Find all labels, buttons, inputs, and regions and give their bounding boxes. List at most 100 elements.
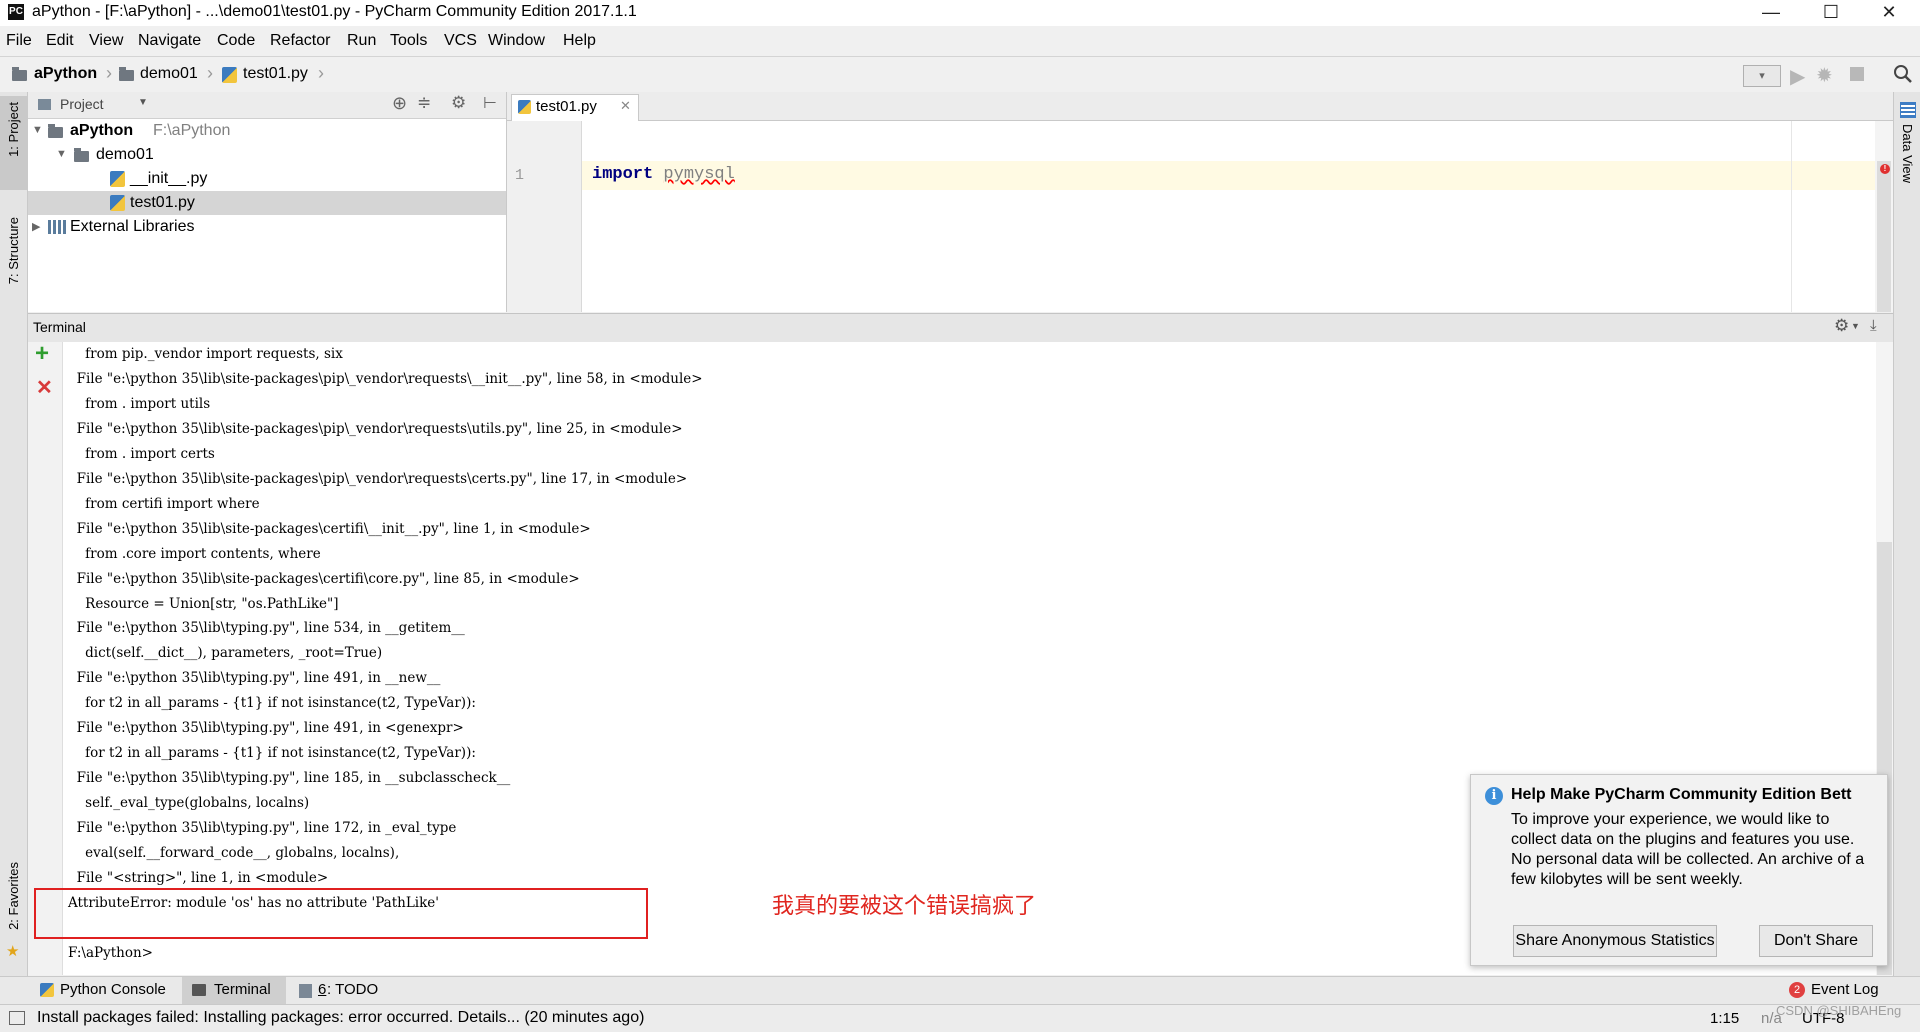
code-line[interactable]: import pymysql (592, 165, 735, 184)
tab-todo[interactable]: : TODO (327, 981, 378, 998)
maximize-button[interactable]: ☐ (1808, 0, 1854, 26)
terminal-line: from certifi import where (68, 496, 260, 512)
tree-item-demo01[interactable]: ▼ demo01 (28, 143, 506, 167)
tab-test01-py[interactable]: test01.py ✕ (511, 94, 639, 121)
settings-gear-icon[interactable]: ⚙ (451, 93, 466, 113)
share-statistics-button[interactable]: Share Anonymous Statistics (1513, 925, 1717, 957)
line-number: 1 (515, 167, 525, 184)
terminal-line: for t2 in all_params - {t1} if not isins… (68, 695, 476, 711)
terminal-line: File "e:\python 35\lib\site-packages\pip… (68, 471, 688, 487)
menu-help[interactable]: Help (563, 32, 596, 50)
close-tab-icon[interactable]: ✕ (620, 98, 631, 114)
todo-icon (299, 984, 312, 998)
breadcrumb-project[interactable]: aPython (34, 65, 97, 83)
menu-code[interactable]: Code (217, 32, 255, 50)
debug-icon[interactable]: ✹ (1816, 63, 1833, 88)
tree-item-label: demo01 (96, 146, 154, 163)
error-indicator-icon[interactable]: ! (1880, 164, 1890, 174)
terminal-header: Terminal ⚙ ▼ ⤓ (28, 313, 1893, 343)
code-unresolved-module[interactable]: pymysql (663, 165, 734, 184)
tree-item-init-py[interactable]: __init__.py (28, 167, 506, 191)
tab-terminal[interactable]: Terminal (182, 977, 286, 1005)
chevron-down-icon[interactable]: ▼ (138, 97, 148, 108)
tab-terminal-label: Terminal (214, 981, 271, 998)
right-margin-guide (1791, 121, 1792, 312)
breadcrumb-separator-icon: › (106, 63, 112, 83)
tab-event-log[interactable]: Event Log (1811, 981, 1879, 998)
watermark: CSDN @SHIBAHEng (1776, 1003, 1902, 1018)
menu-navigate[interactable]: Navigate (138, 32, 201, 50)
pycharm-logo-icon: PC (8, 4, 24, 20)
code-editor[interactable]: 1 import pymysql ! (507, 121, 1893, 312)
editor-scrollbar-thumb[interactable] (1877, 161, 1891, 312)
tool-windows-icon[interactable] (9, 1011, 25, 1025)
terminal-line: from pip._vendor import requests, six (68, 346, 343, 362)
title-bar: PC aPython - [F:\aPython] - ...\demo01\t… (0, 0, 1920, 26)
run-icon[interactable]: ▶ (1790, 64, 1805, 89)
minimize-button[interactable]: — (1748, 0, 1794, 26)
menu-bar: File Edit View Navigate Code Refactor Ru… (0, 26, 1920, 56)
hide-panel-icon[interactable]: ⊢ (483, 93, 497, 113)
breadcrumb-separator-icon: › (207, 63, 213, 83)
collapse-all-icon[interactable]: ≑ (417, 93, 431, 113)
dont-share-button[interactable]: Don't Share (1759, 925, 1873, 957)
project-view-selector[interactable]: Project (60, 96, 104, 112)
folder-icon (119, 67, 134, 81)
tool-tab-project[interactable]: 1: Project (6, 102, 21, 157)
tool-tab-structure[interactable]: 7: Structure (6, 217, 21, 284)
bottom-tool-tabs: Python Console Terminal 6 : TODO 2 Event… (0, 976, 1920, 1005)
python-file-icon (110, 171, 125, 187)
terminal-line: File "e:\python 35\lib\typing.py", line … (68, 720, 464, 736)
tree-item-path: F:\aPython (153, 122, 231, 139)
settings-gear-icon[interactable]: ⚙ (1834, 316, 1849, 336)
tab-python-console[interactable]: Python Console (60, 981, 166, 998)
expand-arrow-icon[interactable]: ▶ (32, 220, 40, 233)
terminal-line: File "e:\python 35\lib\typing.py", line … (68, 670, 441, 686)
annotation-text: 我真的要被这个错误搞疯了 (772, 893, 1037, 918)
new-session-plus-icon[interactable]: + (35, 340, 49, 368)
chevron-down-icon[interactable]: ▼ (1851, 321, 1860, 331)
menu-tools[interactable]: Tools (390, 32, 427, 50)
run-configuration-dropdown[interactable]: ▾ (1743, 65, 1781, 87)
terminal-line: File "e:\python 35\lib\site-packages\pip… (68, 371, 703, 387)
menu-vcs[interactable]: VCS (444, 32, 477, 50)
tree-item-test01-py[interactable]: test01.py (28, 191, 506, 215)
right-tool-strip: Data View (1893, 92, 1920, 976)
project-panel-header: Project ▼ ⊕ ≑ ⚙ ⊢ (28, 92, 506, 119)
terminal-line: File "e:\python 35\lib\site-packages\cer… (68, 571, 580, 587)
expand-arrow-icon[interactable]: ▼ (32, 124, 43, 136)
tool-tab-data-view[interactable]: Data View (1900, 124, 1915, 183)
tree-item-label: test01.py (130, 194, 195, 211)
terminal-line: File "e:\python 35\lib\typing.py", line … (68, 770, 511, 786)
status-message[interactable]: Install packages failed: Installing pack… (37, 1009, 644, 1027)
menu-edit[interactable]: Edit (46, 32, 74, 50)
menu-run[interactable]: Run (347, 32, 376, 50)
close-session-icon[interactable]: ✕ (36, 375, 53, 400)
locate-file-icon[interactable]: ⊕ (392, 93, 407, 114)
tree-item-external-libraries[interactable]: ▶ External Libraries (28, 215, 506, 239)
terminal-line: File "e:\python 35\lib\typing.py", line … (68, 620, 465, 636)
breadcrumb-folder[interactable]: demo01 (140, 65, 198, 83)
close-button[interactable]: ✕ (1866, 0, 1912, 26)
project-view-icon (38, 99, 51, 110)
menu-refactor[interactable]: Refactor (270, 32, 330, 50)
expand-arrow-icon[interactable]: ▼ (56, 148, 67, 160)
python-console-icon (40, 983, 54, 997)
menu-file[interactable]: File (6, 32, 32, 50)
tree-item-label: aPython (70, 122, 134, 139)
search-everywhere-icon[interactable] (1893, 64, 1913, 84)
stop-icon[interactable] (1850, 67, 1864, 81)
tab-todo-number[interactable]: 6 (318, 981, 326, 998)
menu-view[interactable]: View (89, 32, 123, 50)
menu-window[interactable]: Window (488, 32, 545, 50)
tree-item-project[interactable]: ▼ aPython F:\aPython (28, 119, 506, 143)
cursor-position[interactable]: 1:15 (1710, 1010, 1739, 1027)
tool-tab-favorites[interactable]: 2: Favorites (6, 862, 21, 930)
python-file-icon (518, 100, 531, 114)
hide-panel-icon[interactable]: ⤓ (1870, 317, 1877, 334)
breadcrumb-file[interactable]: test01.py (243, 65, 308, 83)
terminal-line: self._eval_type(globalns, localns) (68, 795, 310, 811)
data-view-icon (1900, 102, 1916, 118)
terminal-line: File "<string>", line 1, in <module> (68, 870, 329, 886)
terminal-line: File "e:\python 35\lib\typing.py", line … (68, 820, 457, 836)
